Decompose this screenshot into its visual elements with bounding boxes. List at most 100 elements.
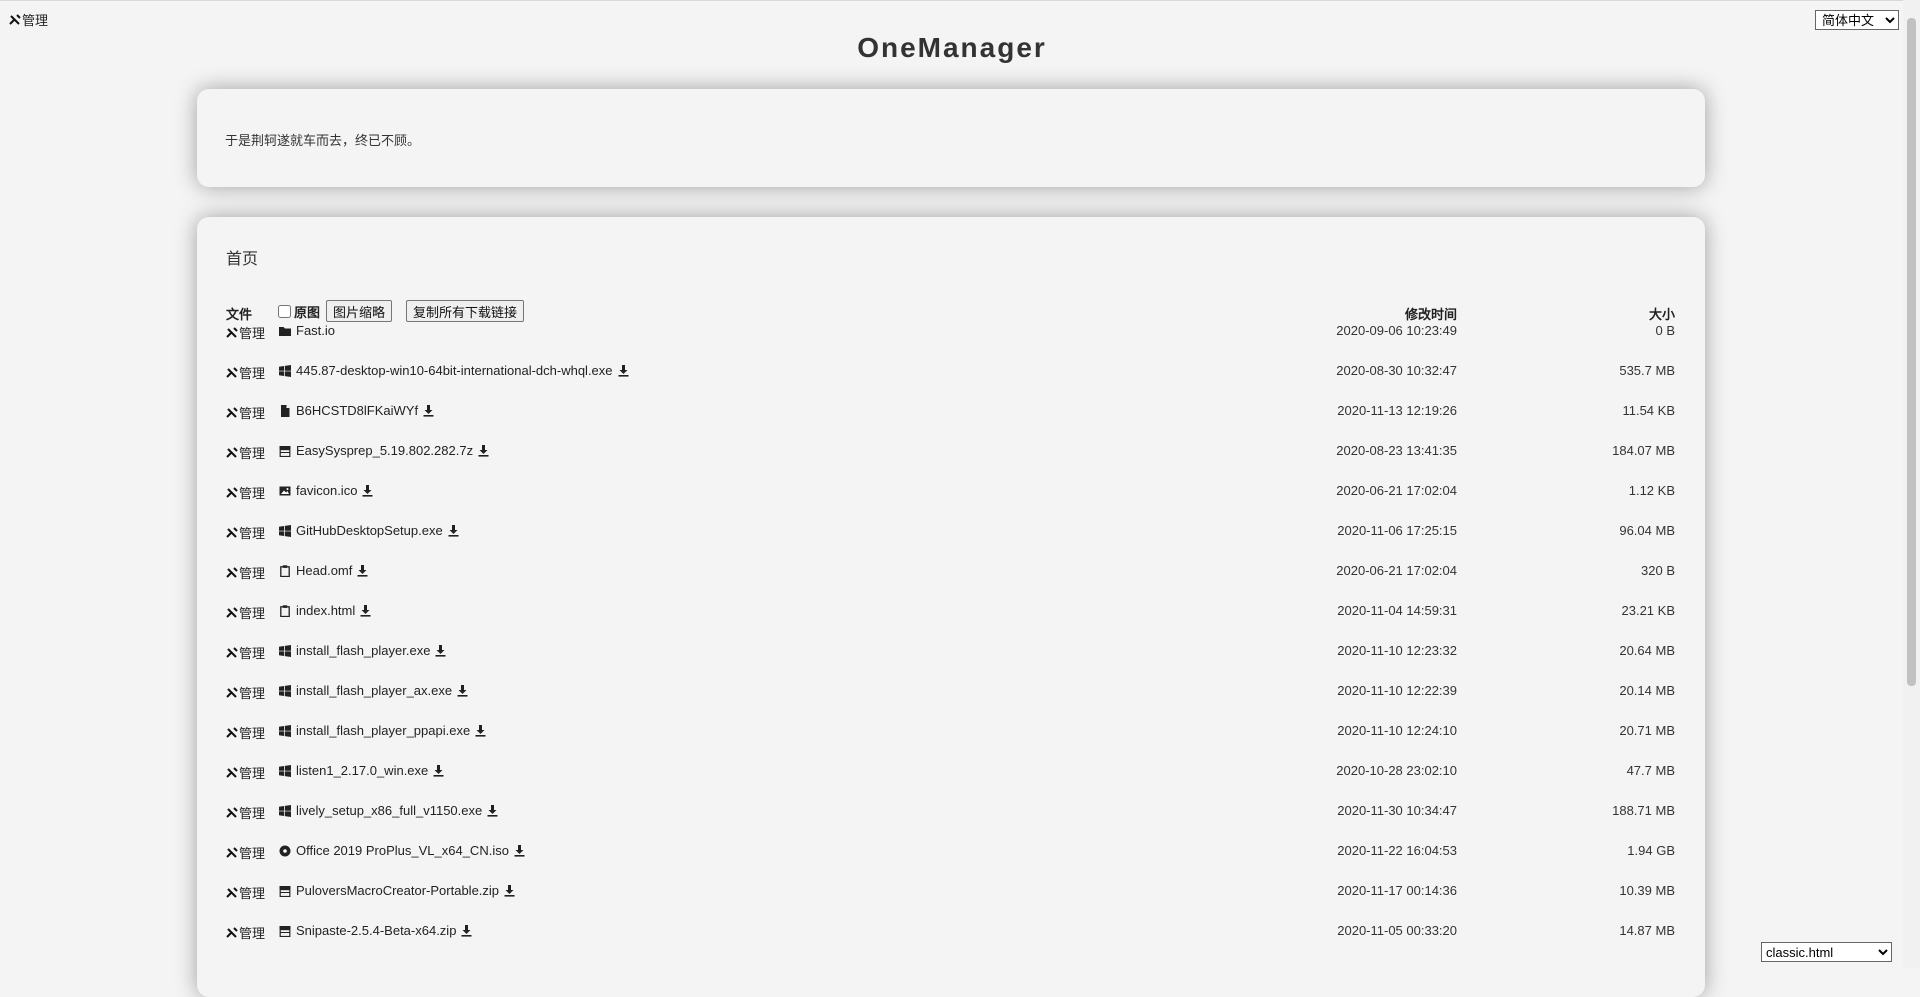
tools-icon bbox=[226, 606, 238, 618]
language-select[interactable]: 简体中文 bbox=[1815, 10, 1899, 30]
row-admin-label: 管理 bbox=[239, 766, 266, 781]
row-admin-link[interactable]: 管理 bbox=[226, 763, 265, 782]
breadcrumb[interactable]: 首页 bbox=[226, 245, 258, 269]
file-name-link[interactable]: lively_setup_x86_full_v1150.exe bbox=[296, 803, 482, 818]
top-border bbox=[0, 0, 1920, 1]
file-icon bbox=[281, 404, 290, 417]
row-admin-label: 管理 bbox=[239, 446, 266, 461]
file-size: 96.04 MB bbox=[1619, 523, 1675, 538]
download-icon[interactable] bbox=[433, 764, 444, 777]
file-size: 188.71 MB bbox=[1612, 803, 1675, 818]
row-admin-label: 管理 bbox=[239, 486, 266, 501]
row-admin-link[interactable]: 管理 bbox=[226, 523, 265, 542]
row-admin-link[interactable]: 管理 bbox=[226, 803, 265, 822]
file-name-link[interactable]: PuloversMacroCreator-Portable.zip bbox=[296, 883, 499, 898]
download-icon[interactable] bbox=[357, 564, 368, 577]
file-name-link[interactable]: install_flash_player_ax.exe bbox=[296, 683, 452, 698]
tools-icon bbox=[226, 526, 238, 538]
file-name-cell: lively_setup_x86_full_v1150.exe bbox=[279, 803, 498, 818]
file-name-link[interactable]: favicon.ico bbox=[296, 483, 357, 498]
tools-icon bbox=[226, 646, 238, 658]
modified-time: 2020-11-04 14:59:31 bbox=[1337, 603, 1457, 618]
file-row: 管理 B6HCSTD8lFKaiWYf 2020-11-13 12:19:26 11.… bbox=[197, 390, 1705, 430]
download-icon[interactable] bbox=[457, 684, 468, 697]
download-icon[interactable] bbox=[514, 844, 525, 857]
download-icon[interactable] bbox=[362, 484, 373, 497]
tools-icon bbox=[226, 566, 238, 578]
row-admin-link[interactable]: 管理 bbox=[226, 883, 265, 902]
row-admin-link[interactable]: 管理 bbox=[226, 563, 265, 582]
disc-icon bbox=[279, 845, 291, 856]
tools-icon bbox=[226, 686, 238, 698]
row-admin-link[interactable]: 管理 bbox=[226, 603, 265, 622]
file-name-link[interactable]: Office 2019 ProPlus_VL_x64_CN.iso bbox=[296, 843, 509, 858]
download-icon[interactable] bbox=[618, 364, 629, 377]
row-admin-label: 管理 bbox=[239, 526, 266, 541]
file-name-cell: install_flash_player.exe bbox=[279, 643, 446, 658]
file-size: 320 B bbox=[1641, 563, 1675, 578]
modified-time: 2020-09-06 10:23:49 bbox=[1336, 323, 1457, 338]
file-size: 20.14 MB bbox=[1619, 683, 1675, 698]
file-row: 管理 install_flash_player_ax.exe 2020-11-10 … bbox=[197, 670, 1705, 710]
download-icon[interactable] bbox=[475, 724, 486, 737]
row-admin-label: 管理 bbox=[239, 646, 266, 661]
windows-icon bbox=[279, 524, 291, 537]
row-admin-link[interactable]: 管理 bbox=[226, 723, 265, 742]
tools-icon bbox=[226, 766, 238, 778]
row-admin-link[interactable]: 管理 bbox=[226, 923, 265, 942]
file-row: 管理 Head.omf 2020-06-21 17:02:04 320 B bbox=[197, 550, 1705, 590]
download-icon[interactable] bbox=[435, 644, 446, 657]
row-admin-label: 管理 bbox=[239, 566, 266, 581]
row-admin-label: 管理 bbox=[239, 326, 266, 341]
file-name-link[interactable]: B6HCSTD8lFKaiWYf bbox=[296, 403, 418, 418]
file-name-link[interactable]: GitHubDesktopSetup.exe bbox=[296, 523, 443, 538]
download-icon[interactable] bbox=[448, 524, 459, 537]
download-icon[interactable] bbox=[423, 404, 434, 417]
file-name-cell: install_flash_player_ax.exe bbox=[279, 683, 468, 698]
tools-icon bbox=[226, 486, 238, 498]
file-name-link[interactable]: install_flash_player.exe bbox=[296, 643, 430, 658]
download-icon[interactable] bbox=[504, 884, 515, 897]
download-icon[interactable] bbox=[478, 444, 489, 457]
file-name-link[interactable]: listen1_2.17.0_win.exe bbox=[296, 763, 428, 778]
theme-select[interactable]: classic.html bbox=[1761, 942, 1892, 962]
file-name-link[interactable]: Snipaste-2.5.4-Beta-x64.zip bbox=[296, 923, 456, 938]
file-name-link[interactable]: 445.87-desktop-win10-64bit-international… bbox=[296, 363, 613, 378]
download-icon[interactable] bbox=[487, 804, 498, 817]
file-row: 管理 445.87-desktop-win10-64bit-internation… bbox=[197, 350, 1705, 390]
row-admin-link[interactable]: 管理 bbox=[226, 363, 265, 382]
file-name-link[interactable]: install_flash_player_ppapi.exe bbox=[296, 723, 470, 738]
row-admin-link[interactable]: 管理 bbox=[226, 323, 265, 342]
download-icon[interactable] bbox=[461, 924, 472, 937]
file-size: 10.39 MB bbox=[1619, 883, 1675, 898]
file-size: 20.64 MB bbox=[1619, 643, 1675, 658]
row-admin-link[interactable]: 管理 bbox=[226, 843, 265, 862]
admin-link[interactable]: 管理 bbox=[9, 10, 48, 29]
windows-icon bbox=[279, 724, 291, 737]
file-name-link[interactable]: Head.omf bbox=[296, 563, 352, 578]
row-admin-label: 管理 bbox=[239, 726, 266, 741]
folder-icon bbox=[279, 326, 291, 336]
scrollbar-thumb[interactable] bbox=[1907, 18, 1916, 686]
row-admin-label: 管理 bbox=[239, 926, 266, 941]
row-admin-link[interactable]: 管理 bbox=[226, 683, 265, 702]
scrollbar[interactable] bbox=[1903, 0, 1920, 968]
file-row: 管理 index.html 2020-11-04 14:59:31 23.21 KB bbox=[197, 590, 1705, 630]
file-name-link[interactable]: Fast.io bbox=[296, 323, 335, 338]
file-name-cell: listen1_2.17.0_win.exe bbox=[279, 763, 444, 778]
file-name-link[interactable]: EasySysprep_5.19.802.282.7z bbox=[296, 443, 473, 458]
row-admin-link[interactable]: 管理 bbox=[226, 483, 265, 502]
file-name-cell: 445.87-desktop-win10-64bit-international… bbox=[279, 363, 629, 378]
file-row: 管理 listen1_2.17.0_win.exe 2020-10-28 23:02… bbox=[197, 750, 1705, 790]
row-admin-link[interactable]: 管理 bbox=[226, 443, 265, 462]
row-admin-link[interactable]: 管理 bbox=[226, 403, 265, 422]
file-name-cell: EasySysprep_5.19.802.282.7z bbox=[279, 443, 489, 458]
archive-icon bbox=[279, 925, 291, 937]
modified-time: 2020-06-21 17:02:04 bbox=[1336, 483, 1457, 498]
tools-icon bbox=[226, 366, 238, 378]
download-icon[interactable] bbox=[360, 604, 371, 617]
row-admin-label: 管理 bbox=[239, 886, 266, 901]
row-admin-link[interactable]: 管理 bbox=[226, 643, 265, 662]
file-name-link[interactable]: index.html bbox=[296, 603, 355, 618]
readme-text: 于是荆轲遂就车而去，终已不顾。 bbox=[225, 133, 421, 148]
